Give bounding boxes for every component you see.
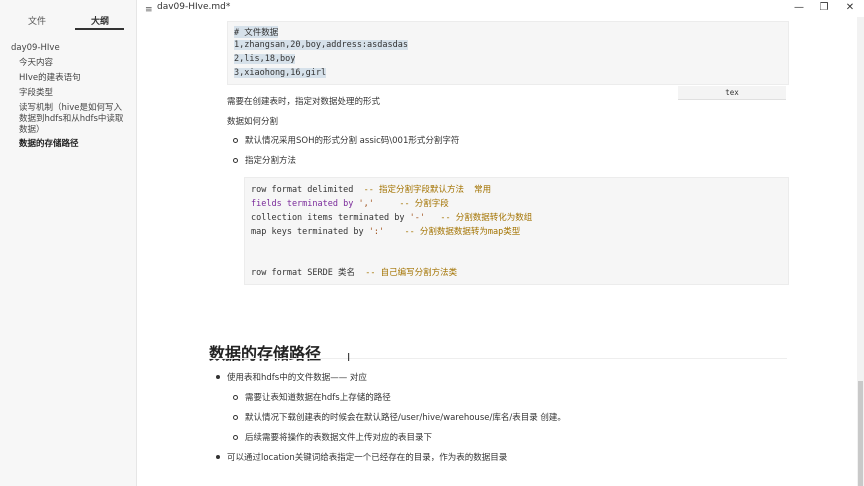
outline-item-root[interactable]: day09-HIve [11, 43, 121, 54]
bullet-icon [233, 395, 238, 400]
sidebar: 文件 大纲 day09-HIve 今天内容 HIve的建表语句 字段类型 读写机… [0, 0, 137, 486]
code-block-file-data[interactable]: # 文件数据 1,zhangsan,20,boy,address:asdasda… [227, 21, 789, 85]
list-item: 默认情况采用SOH的形式分割 assic码\001形式分割字符 [245, 136, 460, 146]
bullet-icon [233, 138, 238, 143]
bullet-icon [216, 375, 220, 379]
outline-item-today[interactable]: 今天内容 [19, 58, 129, 69]
code-line: row format SERDE 类名 -- 自己编写分割方法类 [251, 266, 457, 278]
code-string: '-' [409, 213, 425, 223]
outline-item-create-table[interactable]: HIve的建表语句 [19, 73, 129, 84]
code-text: row format SERDE 类名 [251, 268, 366, 278]
code-line: map keys terminated by ':' -- 分割数据数据转为ma… [251, 225, 520, 237]
tab-outline[interactable]: 大纲 [75, 14, 125, 27]
code-language-tag[interactable]: tex [678, 86, 786, 100]
list-item: 使用表和hdfs中的文件数据—— 对应 [227, 373, 367, 383]
section-heading: 数据的存储路径 [209, 344, 322, 363]
code-comment: -- 自己编写分割方法类 [365, 268, 458, 278]
list-item: 后续需要将操作的表数据文件上传对应的表目录下 [245, 433, 433, 443]
code-line: row format delimited -- 指定分割字段默认方法 常用 [251, 183, 491, 195]
code-comment: -- 分割字段 [373, 199, 449, 209]
code-string: ',' [358, 199, 374, 209]
bullet-icon [233, 158, 238, 163]
maximize-icon[interactable]: ❐ [817, 2, 831, 14]
editor-content[interactable]: # 文件数据 1,zhangsan,20,boy,address:asdasda… [137, 17, 857, 486]
paragraph: 需要在创建表时，指定对数据处理的形式 [227, 97, 381, 107]
code-line: 2,lis,18,boy [234, 54, 296, 64]
outline-item-rw-mechanism[interactable]: 读写机制（hive是如何写入数据到hdfs和从hdfs中读取数据） [19, 103, 129, 136]
scrollbar-thumb[interactable] [858, 381, 863, 486]
menu-icon[interactable]: ≡ [145, 5, 153, 15]
list-item: 需要让表知道数据在hdfs上存储的路径 [245, 393, 391, 403]
code-comment: -- 分割数据数据转为map类型 [384, 227, 521, 237]
code-block-delimiter[interactable]: row format delimited -- 指定分割字段默认方法 常用 fi… [244, 177, 789, 285]
list-item: 可以通过location关键词给表指定一个已经存在的目录，作为表的数据目录 [227, 453, 508, 463]
outline-item-storage-path[interactable]: 数据的存储路径 [19, 139, 129, 150]
code-string: ':' [368, 227, 385, 237]
text-cursor-icon: I [347, 351, 351, 364]
close-icon[interactable]: ✕ [843, 2, 857, 14]
active-tab-indicator [75, 28, 124, 30]
minimize-icon[interactable]: — [792, 2, 806, 14]
code-text: fields terminated by [251, 199, 359, 209]
bullet-icon [233, 435, 238, 440]
paragraph: 数据如何分割 [227, 117, 279, 127]
code-comment: -- 指定分割字段默认方法 常用 [363, 185, 492, 195]
list-item: 默认情况下载创建表的时候会在默认路径/user/hive/warehouse/库… [245, 413, 566, 423]
code-line: fields terminated by ',' -- 分割字段 [251, 197, 449, 209]
code-text: collection items terminated by [251, 213, 410, 223]
tab-files[interactable]: 文件 [12, 14, 62, 27]
bullet-icon [233, 415, 238, 420]
code-line: collection items terminated by '-' -- 分割… [251, 211, 532, 223]
code-line: # 文件数据 [234, 26, 279, 38]
window-title: dav09-HIve.md* [157, 2, 231, 12]
code-text: map keys terminated by [251, 227, 369, 237]
code-line: 3,xiaohong,16,girl [234, 68, 327, 78]
outline-item-field-types[interactable]: 字段类型 [19, 88, 129, 99]
heading-divider [209, 358, 787, 359]
code-comment: -- 分割数据转化为数组 [425, 213, 533, 223]
code-line: 1,zhangsan,20,boy,address:asdasdas [234, 40, 408, 50]
code-text: row format delimited [251, 185, 364, 195]
list-item: 指定分割方法 [245, 156, 297, 166]
bullet-icon [216, 455, 220, 459]
